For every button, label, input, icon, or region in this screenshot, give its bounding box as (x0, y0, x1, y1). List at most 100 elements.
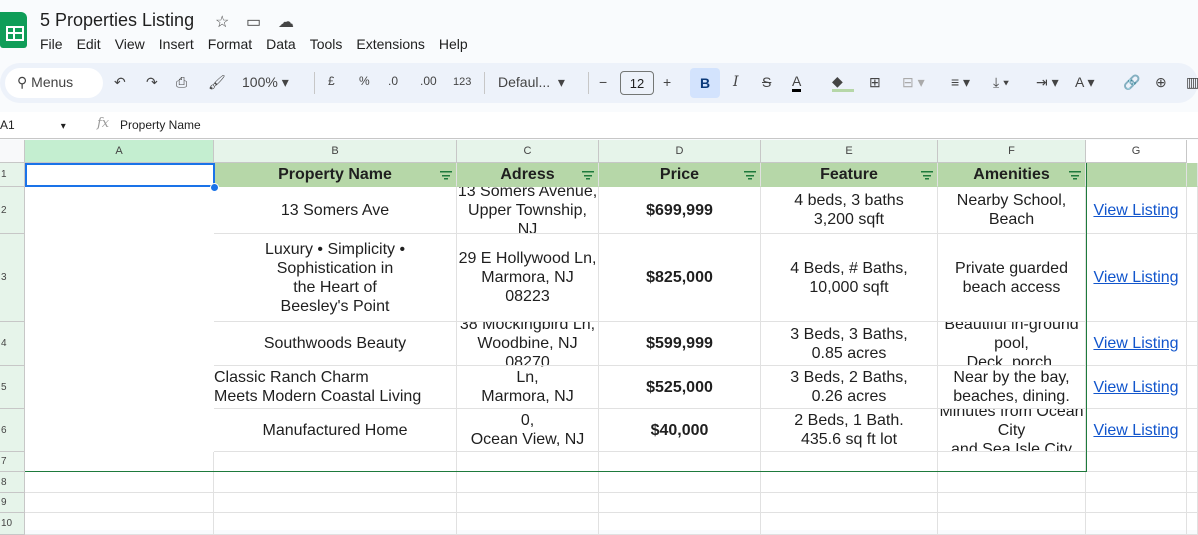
text-color-icon[interactable]: A (792, 74, 802, 92)
cell-feature[interactable]: 3 Beds, 3 Baths, 0.85 acres (761, 322, 938, 366)
empty-cell[interactable] (938, 452, 1086, 472)
move-folder-icon[interactable]: ▭ (246, 12, 261, 32)
cell-amenities[interactable]: Private guarded beach access (938, 234, 1086, 322)
empty-cell[interactable] (214, 493, 457, 513)
empty-cell[interactable] (599, 452, 761, 472)
menu-extensions[interactable]: Extensions (356, 36, 424, 52)
increase-decimal-button[interactable]: .00 (420, 74, 437, 88)
empty-cell[interactable] (938, 513, 1086, 535)
menu-data[interactable]: Data (266, 36, 296, 52)
column-header-e[interactable]: E (761, 140, 938, 163)
filter-icon[interactable] (744, 170, 756, 180)
menu-file[interactable]: File (40, 36, 63, 52)
fill-color-icon[interactable]: ◆ (832, 74, 854, 92)
row-header-7[interactable]: 7 (0, 452, 25, 472)
text-rotation-icon[interactable]: A ▾ (1075, 74, 1094, 91)
empty-cell[interactable] (938, 493, 1086, 513)
cell-amenities[interactable]: Nearby School, Beach (938, 187, 1086, 234)
insert-link-icon[interactable]: 🔗 (1123, 74, 1140, 91)
empty-cell[interactable] (457, 452, 599, 472)
zoom-select[interactable]: 100% ▾ (242, 74, 289, 91)
cell-price[interactable]: $40,000 (599, 409, 761, 452)
empty-cell[interactable] (1187, 366, 1198, 409)
empty-cell[interactable] (1187, 452, 1198, 472)
redo-icon[interactable]: ↷ (146, 74, 158, 91)
row-header-4[interactable]: 4 (0, 322, 25, 366)
column-header-d[interactable]: D (599, 140, 761, 163)
star-icon[interactable]: ☆ (215, 12, 229, 32)
header-cell[interactable]: Price (599, 163, 761, 187)
empty-cell[interactable] (25, 472, 214, 493)
row-header-8[interactable]: 8 (0, 472, 25, 493)
menu-insert[interactable]: Insert (159, 36, 194, 52)
empty-cell[interactable] (599, 493, 761, 513)
cell-address[interactable]: 13 Somers Avenue, Upper Township, NJ (457, 187, 599, 234)
percent-button[interactable]: % (359, 74, 370, 88)
empty-cell[interactable] (1187, 234, 1198, 322)
cell-address[interactable]: 3066 Route 9 S Lot 0, Ocean View, NJ 082… (457, 409, 599, 452)
empty-cell[interactable] (1187, 409, 1198, 452)
filter-icon[interactable] (1069, 170, 1081, 180)
column-header-g[interactable]: G (1086, 140, 1187, 163)
empty-cell[interactable] (25, 513, 214, 535)
empty-cell[interactable] (1086, 472, 1187, 493)
row-header-5[interactable]: 5 (0, 366, 25, 409)
row-header-6[interactable]: 6 (0, 409, 25, 452)
cell-feature[interactable]: 4 beds, 3 baths 3,200 sqft (761, 187, 938, 234)
font-select[interactable]: Defaul... ▾ (498, 74, 565, 91)
cell-name[interactable]: Southwoods Beauty (214, 322, 457, 366)
formula-input[interactable]: Property Name (120, 118, 201, 132)
empty-cell[interactable] (761, 493, 938, 513)
row-header-1[interactable]: 1 (0, 163, 25, 187)
borders-icon[interactable]: ⊞ (869, 74, 881, 91)
currency-button[interactable]: £ (328, 74, 335, 88)
cell-price[interactable]: $525,000 (599, 366, 761, 409)
empty-cell[interactable] (1086, 366, 1187, 409)
empty-cell[interactable] (1086, 409, 1187, 452)
column-header-a[interactable]: A (25, 140, 214, 163)
column-header-f[interactable]: F (938, 140, 1086, 163)
print-icon[interactable]: ⎙ (176, 74, 187, 91)
decrease-decimal-button[interactable]: .0 (388, 74, 398, 88)
empty-cell[interactable] (457, 493, 599, 513)
column-header-c[interactable]: C (457, 140, 599, 163)
cell-name[interactable]: 13 Somers Ave (214, 187, 457, 234)
empty-cell[interactable] (25, 493, 214, 513)
menu-edit[interactable]: Edit (77, 36, 101, 52)
header-cell-empty[interactable] (1187, 163, 1198, 187)
empty-cell[interactable] (214, 472, 457, 493)
cell-amenities[interactable]: Minutes from Ocean City and Sea Isle Cit… (938, 409, 1086, 452)
bold-button[interactable]: B (690, 68, 720, 98)
cell-feature[interactable]: 2 Beds, 1 Bath. 435.6 sq ft lot (761, 409, 938, 452)
empty-cell[interactable] (1187, 322, 1198, 366)
horizontal-align-icon[interactable]: ≡ ▾ (951, 74, 970, 91)
font-size-input[interactable]: 12 (620, 71, 654, 95)
name-box[interactable]: A1 ▾ (0, 118, 66, 132)
empty-cell[interactable] (938, 472, 1086, 493)
search-menus[interactable]: ⚲ Menus (5, 68, 103, 98)
empty-cell[interactable] (1086, 187, 1187, 234)
header-cell-empty[interactable] (1086, 163, 1187, 187)
header-cell[interactable]: Adress (457, 163, 599, 187)
empty-cell[interactable] (457, 472, 599, 493)
empty-cell[interactable] (1086, 234, 1187, 322)
cell-name[interactable]: Classic Ranch Charm Meets Modern Coastal… (214, 366, 457, 409)
cloud-status-icon[interactable]: ☁ (278, 12, 294, 32)
empty-cell[interactable] (1187, 493, 1198, 513)
italic-button[interactable]: I (733, 74, 739, 90)
empty-cell[interactable] (25, 452, 214, 472)
select-all-corner[interactable] (0, 140, 25, 163)
empty-cell[interactable] (1086, 493, 1187, 513)
insert-comment-icon[interactable]: ⊕ (1155, 74, 1167, 91)
header-cell[interactable]: Property Name (214, 163, 457, 187)
doc-title[interactable]: 5 Properties Listing (40, 10, 194, 31)
menu-tools[interactable]: Tools (310, 36, 343, 52)
cell-address[interactable]: 38 Mockingbird Ln, Woodbine, NJ 08270 (457, 322, 599, 366)
decrease-font-size-icon[interactable]: − (599, 74, 607, 90)
row-header-9[interactable]: 9 (0, 493, 25, 513)
column-header-b[interactable]: B (214, 140, 457, 163)
empty-cell[interactable] (1187, 472, 1198, 493)
text-wrap-icon[interactable]: ⇥ ▾ (1036, 74, 1059, 91)
empty-cell[interactable] (761, 513, 938, 535)
sheets-logo[interactable] (0, 12, 27, 48)
